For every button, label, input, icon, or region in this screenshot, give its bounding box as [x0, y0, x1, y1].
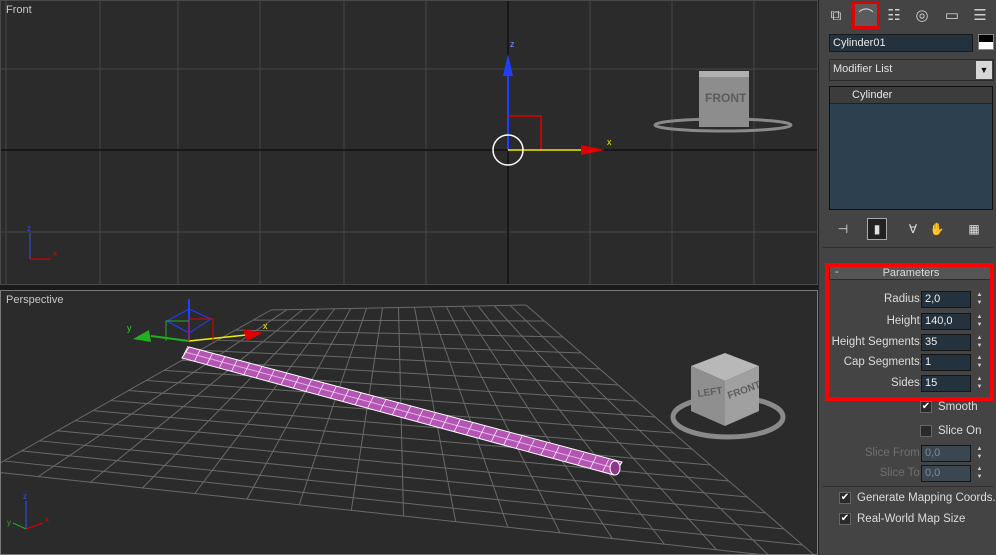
modifier-list-dropdown[interactable]: Modifier List ▼: [829, 59, 994, 81]
tripod-z-label: z: [27, 224, 31, 233]
sides-spinner[interactable]: ▲ ▼: [975, 375, 984, 392]
slice-to-param: Slice To: 0,0 ▲ ▼: [823, 465, 996, 483]
height-input[interactable]: 140,0: [921, 313, 971, 330]
radius-label: Radius:: [884, 293, 923, 305]
front-viewport-canvas[interactable]: z x FRONT z x: [1, 1, 818, 285]
gizmo-z-arrow: [503, 54, 513, 76]
chevron-down-icon[interactable]: ▼: [976, 61, 992, 79]
sides-label: Sides:: [891, 377, 923, 389]
slice-to-spinner[interactable]: ▲ ▼: [975, 465, 984, 482]
smooth-check-icon[interactable]: ✔: [920, 401, 932, 413]
make-unique-icon[interactable]: ∀: [903, 218, 923, 240]
command-panel: ⧉ ⌒ ☷ ◎ ▭ ☰ Cylinder01 Modifier List ▼ C…: [818, 0, 996, 555]
radius-spinner[interactable]: ▲ ▼: [975, 291, 984, 308]
display-icon[interactable]: ▭: [939, 2, 965, 28]
height-segments-spinner[interactable]: ▲ ▼: [975, 334, 984, 351]
cap-segments-spinner[interactable]: ▲ ▼: [975, 354, 984, 371]
generate-mapping-checkbox[interactable]: ✔ Generate Mapping Coords.: [839, 491, 996, 507]
hierarchy-icon[interactable]: ☷: [881, 2, 907, 28]
modifier-stack[interactable]: Cylinder: [829, 86, 993, 210]
object-color-swatch[interactable]: [978, 34, 994, 50]
persp-tripod-x-label: x: [45, 515, 49, 524]
front-viewport[interactable]: z x FRONT z x Front: [0, 0, 818, 285]
modifier-list-label: Modifier List: [833, 63, 893, 75]
radius-param: Radius: 2,0 ▲ ▼: [823, 291, 996, 309]
perspective-viewport[interactable]: y x LEFT FRONT z x y Perspective: [0, 290, 818, 555]
height-segments-input[interactable]: 35: [921, 334, 971, 351]
slice-on-checkbox[interactable]: Slice On: [920, 424, 990, 440]
slice-to-input[interactable]: 0,0: [921, 465, 971, 482]
real-world-map-label: Real-World Map Size: [857, 513, 966, 525]
persp-gizmo-x-label: x: [263, 321, 268, 331]
height-segments-label: Height Segments:: [831, 336, 923, 348]
slice-on-label: Slice On: [938, 425, 982, 437]
slice-from-param: Slice From: 0,0 ▲ ▼: [823, 445, 996, 463]
stack-item-cylinder[interactable]: Cylinder: [830, 87, 992, 104]
viewcube-front-label: FRONT: [705, 91, 747, 105]
radius-input[interactable]: 2,0: [921, 291, 971, 308]
stack-toolbar: ⊣ ▮ ∀ ✋ ▦: [819, 218, 996, 240]
tripod-x-label: x: [53, 249, 57, 258]
cap-segments-input[interactable]: 1: [921, 354, 971, 371]
gizmo-x-arrow: [581, 145, 605, 155]
divider: [823, 247, 993, 248]
slice-from-label: Slice From:: [864, 447, 923, 459]
object-name-field[interactable]: Cylinder01: [829, 34, 973, 52]
real-world-map-check-icon[interactable]: ✔: [839, 513, 851, 525]
utilities-icon[interactable]: ☰: [967, 2, 993, 28]
real-world-map-checkbox[interactable]: ✔ Real-World Map Size: [839, 512, 994, 528]
perspective-viewport-canvas[interactable]: y x LEFT FRONT z x y: [1, 291, 818, 555]
persp-tripod-y-label: y: [7, 518, 11, 527]
parameters-title: Parameters: [882, 267, 940, 279]
slice-on-check-icon[interactable]: [920, 425, 932, 437]
smooth-checkbox[interactable]: ✔ Smooth: [920, 400, 990, 416]
pin-stack-icon[interactable]: ⊣: [833, 218, 853, 240]
smooth-label: Smooth: [938, 401, 978, 413]
height-label: Height:: [886, 315, 923, 327]
generate-mapping-label: Generate Mapping Coords.: [857, 492, 996, 504]
divider: [823, 486, 993, 487]
show-end-result-icon[interactable]: ▮: [867, 218, 887, 240]
create-icon[interactable]: ⧉: [823, 2, 849, 28]
persp-tripod-z-label: z: [23, 492, 27, 501]
modify-icon[interactable]: ⌒: [852, 1, 880, 29]
slice-from-input[interactable]: 0,0: [921, 445, 971, 462]
perspective-viewport-label[interactable]: Perspective: [6, 294, 63, 306]
gizmo-z-label: z: [510, 39, 515, 49]
motion-icon[interactable]: ◎: [909, 2, 935, 28]
gizmo-x-label: x: [607, 137, 612, 147]
remove-modifier-icon[interactable]: ✋: [927, 218, 947, 240]
cap-segments-param: Cap Segments: 1 ▲ ▼: [823, 354, 996, 372]
slice-to-label: Slice To:: [879, 467, 923, 479]
slice-from-spinner[interactable]: ▲ ▼: [975, 445, 984, 462]
sides-param: Sides: 15 ▲ ▼: [823, 375, 996, 393]
generate-mapping-check-icon[interactable]: ✔: [839, 492, 851, 504]
front-viewport-label[interactable]: Front: [6, 4, 32, 16]
persp-gizmo-y-label: y: [127, 323, 132, 333]
height-spinner[interactable]: ▲ ▼: [975, 313, 984, 330]
cap-segments-label: Cap Segments:: [843, 356, 923, 368]
configure-modifier-sets-icon[interactable]: ▦: [964, 218, 984, 240]
height-segments-param: Height Segments: 35 ▲ ▼: [823, 334, 996, 352]
sides-input[interactable]: 15: [921, 375, 971, 392]
parameters-rollout-header[interactable]: - Parameters: [829, 266, 993, 280]
height-param: Height: 140,0 ▲ ▼: [823, 313, 996, 331]
